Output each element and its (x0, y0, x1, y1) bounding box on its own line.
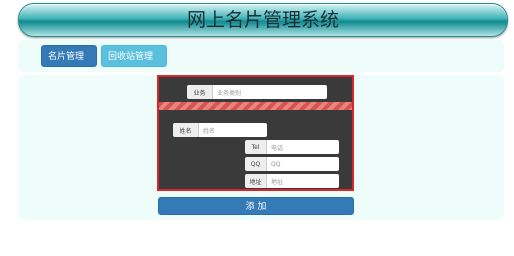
name-input[interactable]: 姓名 (199, 123, 267, 137)
address-label: 地址 (245, 174, 267, 188)
qq-input[interactable]: QQ (267, 157, 339, 171)
recycle-menu-label: 回收站管理 (108, 52, 154, 62)
tel-label: Tel (245, 140, 267, 154)
recycle-menu-dropdown[interactable]: 回收站管理 (101, 45, 167, 80)
cards-menu-dropdown[interactable]: 名片管理 (41, 45, 97, 80)
business-input[interactable]: 业务类别 (213, 85, 327, 99)
nav-bar: 名片管理 回收站管理 (18, 40, 504, 80)
qq-field: QQ QQ (245, 157, 339, 171)
business-label: 业务 (187, 85, 213, 99)
address-input[interactable]: 地址 (267, 174, 339, 188)
app-title-bar: 网上名片管理系统 (18, 3, 508, 37)
add-button[interactable]: 添 加 (158, 197, 354, 215)
app-title: 网上名片管理系统 (186, 9, 339, 31)
name-field: 姓名 姓名 (173, 123, 267, 137)
tel-input[interactable]: 电话 (267, 140, 339, 154)
qq-label: QQ (245, 157, 267, 171)
section-divider-stripe (159, 102, 352, 110)
name-label: 姓名 (173, 123, 199, 137)
address-field: 地址 地址 (245, 174, 339, 188)
card-form: 业务 业务类别 姓名 姓名 Tel 电话 QQ QQ 地址 地址 (157, 75, 354, 191)
tel-field: Tel 电话 (245, 140, 339, 154)
cards-menu-label: 名片管理 (48, 52, 85, 62)
business-field: 业务 业务类别 (187, 85, 327, 99)
